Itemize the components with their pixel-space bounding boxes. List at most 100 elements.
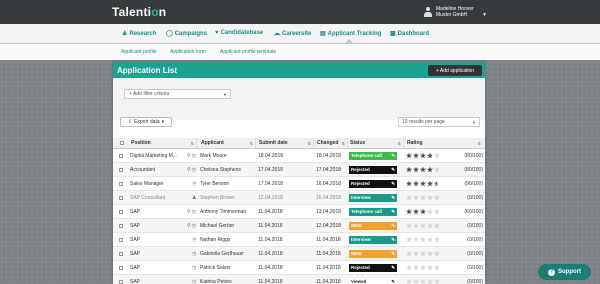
status-badge[interactable]: NEW ✎ — [349, 249, 397, 258]
applicant-name[interactable]: Chelsea Stephens — [200, 163, 255, 176]
rating-star-icon[interactable] — [427, 208, 433, 215]
pencil-icon[interactable]: ✎ — [391, 195, 395, 201]
status-badge[interactable]: Telephone call ✎ — [349, 207, 397, 216]
rating-star-icon[interactable] — [406, 166, 412, 173]
rating-stars[interactable] — [406, 264, 440, 271]
rating-star-icon[interactable] — [413, 236, 419, 243]
rating-star-icon[interactable] — [427, 250, 433, 257]
rating-star-icon[interactable] — [434, 236, 440, 243]
row-checkbox[interactable] — [119, 195, 123, 200]
chevron-down-icon[interactable]: ▼ — [482, 12, 487, 18]
rating-star-icon[interactable] — [434, 222, 440, 229]
subnav-applicant-profile-template[interactable]: Applicant profile template — [220, 49, 276, 55]
rating-stars[interactable] — [406, 208, 440, 215]
table-row[interactable]: SAP Consultant ♟ Stephen Brown 12.04.2018 16… — [113, 191, 485, 205]
rating-star-icon[interactable] — [413, 166, 419, 173]
rating-star-icon[interactable] — [434, 194, 440, 201]
table-row[interactable]: SAP ⚲ ◷ Anthony Timmerman 11.04.2018 13.04.20… — [113, 205, 485, 219]
applicant-name[interactable]: Tyler Benson — [200, 177, 255, 190]
rating-star-icon[interactable] — [434, 278, 440, 284]
applicant-name[interactable]: Stephen Brown — [200, 191, 255, 204]
rating-star-icon[interactable] — [427, 222, 433, 229]
applicant-name[interactable]: Nathan Riggs — [200, 233, 255, 246]
rating-star-icon[interactable] — [420, 152, 426, 159]
rating-stars[interactable] — [406, 166, 440, 173]
row-checkbox[interactable] — [119, 167, 123, 172]
rating-star-icon[interactable] — [406, 264, 412, 271]
rating-star-icon[interactable] — [434, 180, 440, 187]
rating-star-icon[interactable] — [434, 152, 440, 159]
row-checkbox[interactable] — [119, 265, 123, 270]
row-checkbox[interactable] — [119, 223, 123, 228]
rating-stars[interactable] — [406, 152, 440, 159]
rating-star-icon[interactable] — [434, 250, 440, 257]
table-row[interactable]: SAP ◷ Nathan Riggs 11.04.2018 11.04.2018 Inte… — [113, 233, 485, 247]
rating-star-icon[interactable] — [406, 278, 412, 284]
pencil-icon[interactable]: ✎ — [391, 167, 395, 173]
rating-stars[interactable] — [406, 250, 440, 257]
rating-star-icon[interactable] — [420, 222, 426, 229]
rating-star-icon[interactable] — [420, 180, 426, 187]
rating-star-icon[interactable] — [427, 264, 433, 271]
row-checkbox[interactable] — [119, 153, 123, 158]
rating-star-icon[interactable] — [406, 208, 412, 215]
applicant-name[interactable]: Patrick Salzer — [200, 261, 255, 274]
row-checkbox[interactable] — [119, 209, 123, 214]
rating-stars[interactable] — [406, 278, 440, 284]
rating-star-icon[interactable] — [420, 236, 426, 243]
rating-star-icon[interactable] — [420, 278, 426, 284]
col-header-position[interactable]: Position ⇅ — [130, 138, 197, 148]
pencil-icon[interactable]: ✎ — [391, 181, 395, 187]
export-data-button[interactable]: ⇩ Export data ▾ — [120, 117, 172, 127]
rating-star-icon[interactable] — [434, 208, 440, 215]
add-application-button[interactable]: + Add application — [428, 65, 482, 76]
pencil-icon[interactable]: ✎ — [391, 223, 395, 229]
col-header-submit-date[interactable]: Submit date ⇅ — [258, 138, 314, 148]
col-header-applicant[interactable]: Applicant ⇅ — [200, 138, 256, 148]
subnav-applicant-profile[interactable]: Applicant profile — [121, 49, 157, 55]
rating-star-icon[interactable] — [406, 194, 412, 201]
row-checkbox[interactable] — [119, 181, 123, 186]
rating-star-icon[interactable] — [427, 194, 433, 201]
nav-item-research[interactable]: ♟ Research — [122, 30, 156, 38]
status-badge[interactable]: Interview ✎ — [349, 235, 397, 244]
rating-star-icon[interactable] — [420, 264, 426, 271]
nav-item-careersite[interactable]: ☁ Careersite — [274, 30, 311, 38]
rating-star-icon[interactable] — [413, 278, 419, 284]
row-checkbox[interactable] — [119, 237, 123, 242]
pencil-icon[interactable]: ✎ — [391, 265, 395, 271]
rating-star-icon[interactable] — [427, 278, 433, 284]
applicant-name[interactable]: Anthony Timmerman — [200, 205, 255, 218]
rating-star-icon[interactable] — [427, 180, 433, 187]
status-badge[interactable]: Telephone call ✎ — [349, 151, 397, 160]
nav-item-campaigns[interactable]: ◯ Campaigns — [166, 30, 207, 38]
rating-star-icon[interactable] — [420, 208, 426, 215]
status-badge[interactable]: Rejected ✎ — [349, 179, 397, 188]
status-badge[interactable]: Interview ✎ — [349, 193, 397, 202]
rating-star-icon[interactable] — [434, 166, 440, 173]
rating-stars[interactable] — [406, 222, 440, 229]
pencil-icon[interactable]: ✎ — [391, 209, 395, 215]
nav-item-applicant-tracking[interactable]: ▤ Applicant Tracking — [320, 30, 381, 38]
nav-item-candidatebase[interactable]: ♥ Candidatebase — [215, 30, 263, 36]
applicant-name[interactable]: Katrina Peters — [200, 275, 255, 284]
status-badge[interactable]: Viewed ✎ — [349, 277, 397, 284]
subnav-application-form[interactable]: Application form — [170, 49, 206, 55]
rating-star-icon[interactable] — [427, 152, 433, 159]
rating-star-icon[interactable] — [406, 222, 412, 229]
results-per-page-select[interactable]: 15 results per page ▼ — [398, 117, 480, 127]
table-row[interactable]: SAP ◷ Gabriella Gerthauer 11.04.2018 11.04.2… — [113, 247, 485, 261]
rating-star-icon[interactable] — [413, 194, 419, 201]
col-header-rating[interactable]: Rating ⇅ — [406, 138, 483, 148]
rating-star-icon[interactable] — [406, 250, 412, 257]
rating-star-icon[interactable] — [413, 264, 419, 271]
rating-star-icon[interactable] — [420, 166, 426, 173]
rating-stars[interactable] — [406, 180, 440, 187]
status-badge[interactable]: Rejected ✎ — [349, 263, 397, 272]
rating-stars[interactable] — [406, 194, 440, 201]
nav-item-dashboard[interactable]: ▩ Dashboard — [390, 30, 429, 38]
col-header-status[interactable]: Status ⇅ — [349, 138, 404, 148]
user-menu[interactable]: Madeline Hoover Muster GmbH ▼ — [424, 4, 494, 20]
rating-star-icon[interactable] — [413, 222, 419, 229]
row-checkbox[interactable] — [119, 251, 123, 256]
